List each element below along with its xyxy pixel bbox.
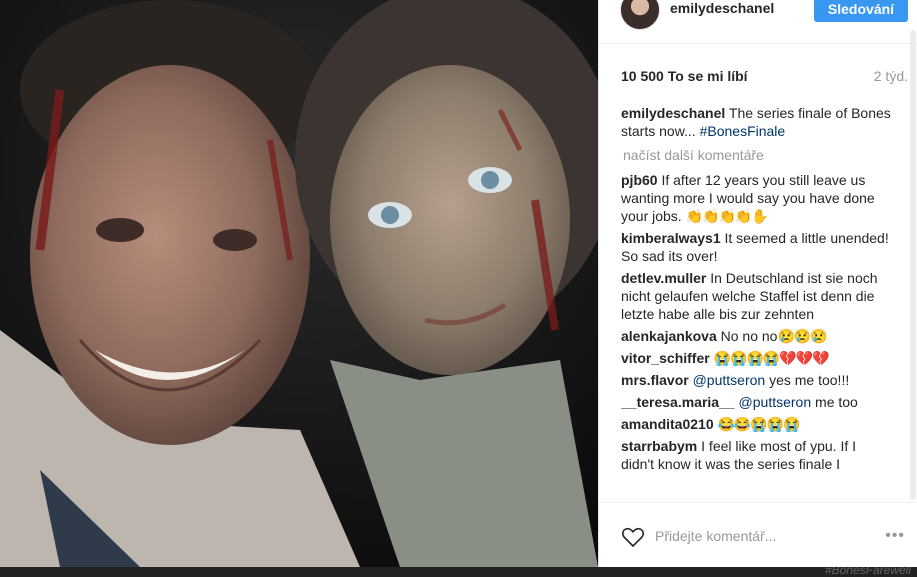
post-meta: 10 500 To se mi líbí 2 týd. <box>621 68 911 86</box>
list-item: mrs.flavor @puttseron yes me too!!! <box>621 371 891 389</box>
options-icon[interactable]: ••• <box>877 527 905 544</box>
comments-scrollbar[interactable] <box>909 30 917 502</box>
comment-text: me too <box>815 394 858 410</box>
comment-username[interactable]: amandita0210 <box>621 416 714 432</box>
comment-username[interactable]: pjb60 <box>621 172 658 188</box>
load-more-comments-link[interactable]: načíst další komentáře <box>623 146 891 164</box>
comment-username[interactable]: alenkajankova <box>621 328 717 344</box>
list-item: __teresa.maria__ @puttseron me too <box>621 393 891 411</box>
comment-mention[interactable]: @puttseron <box>693 372 766 388</box>
comment-emoji: 👏👏👏👏✋ <box>685 208 769 224</box>
comment-text: yes me too!!! <box>769 372 850 388</box>
comment-username[interactable]: kimberalways1 <box>621 230 721 246</box>
likes-count[interactable]: 10 500 To se mi líbí <box>621 68 748 84</box>
comment-text: No no no <box>720 328 778 344</box>
header-username[interactable]: emilydeschanel <box>670 0 774 16</box>
list-item: amandita0210 😂😂😭😭😭 <box>621 415 891 433</box>
follow-button[interactable]: Sledování <box>814 0 908 22</box>
list-item: kimberalways1 It seemed a little unended… <box>621 229 891 265</box>
background-strip: #BonesFarewell <box>0 563 917 577</box>
comment-emoji: 😭😭😭😭💔💔💔 <box>713 350 830 366</box>
list-item: detlev.muller In Deutschland ist sie noc… <box>621 269 891 323</box>
comment-username[interactable]: starrbabym <box>621 438 697 454</box>
caption-hashtag[interactable]: #BonesFinale <box>700 123 786 139</box>
heart-icon[interactable] <box>621 525 645 549</box>
post-header: emilydeschanel Sledování <box>599 0 917 44</box>
list-item: alenkajankova No no no😢😢😢 <box>621 327 891 345</box>
avatar[interactable] <box>620 0 660 30</box>
post-side-panel: emilydeschanel Sledování 10 500 To se mi… <box>598 0 917 567</box>
comments-list: emilydeschanel The series finale of Bone… <box>621 104 891 500</box>
comment-username[interactable]: mrs.flavor <box>621 372 689 388</box>
comment-mention[interactable]: @puttseron <box>739 394 812 410</box>
comment-username[interactable]: __teresa.maria__ <box>621 394 735 410</box>
comment-input[interactable] <box>655 525 855 547</box>
comment-username[interactable]: detlev.muller <box>621 270 706 286</box>
comment-emoji: 😂😂😭😭😭 <box>717 416 801 432</box>
list-item: vitor_schiffer 😭😭😭😭💔💔💔 <box>621 349 891 367</box>
caption-username[interactable]: emilydeschanel <box>621 105 725 121</box>
list-item: pjb60 If after 12 years you still leave … <box>621 171 891 225</box>
list-item: starrbabym I feel like most of ypu. If I… <box>621 437 891 473</box>
scrollbar-thumb[interactable] <box>910 30 916 500</box>
post-photo[interactable] <box>0 0 598 567</box>
comment-username[interactable]: vitor_schiffer <box>621 350 710 366</box>
comment-footer: ••• <box>599 502 917 567</box>
post-photo-art <box>0 0 598 567</box>
caption: emilydeschanel The series finale of Bone… <box>621 104 891 140</box>
post-time[interactable]: 2 týd. <box>874 68 908 84</box>
comment-emoji: 😢😢😢 <box>777 328 827 344</box>
